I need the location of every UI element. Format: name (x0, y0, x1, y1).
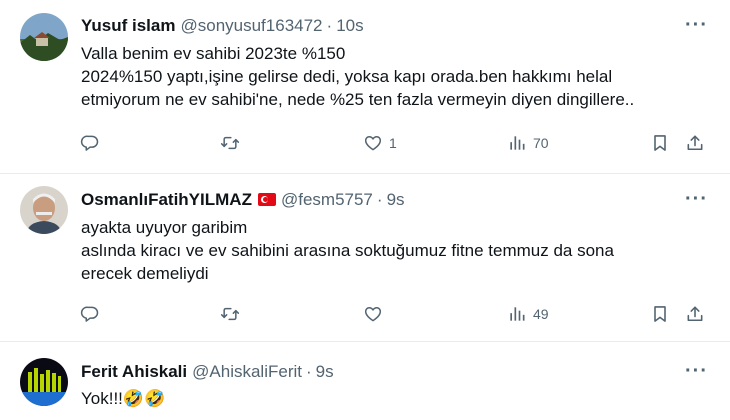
bookmark-icon (650, 133, 670, 153)
views-button[interactable]: 70 (507, 133, 549, 153)
avatar[interactable] (20, 13, 68, 61)
turkey-flag-icon (257, 193, 276, 206)
tweet[interactable]: Ferit Ahiskali @AhiskaliFerit · 9s ··· Y… (0, 342, 730, 420)
tweet-text-line: Yok!!!🤣🤣 (81, 389, 166, 408)
share-button[interactable] (685, 133, 705, 153)
separator: · (305, 362, 312, 381)
like-icon (363, 133, 383, 153)
more-options-icon[interactable]: ··· (685, 14, 708, 37)
tweet-header: Ferit Ahiskali @AhiskaliFerit · 9s (81, 362, 334, 382)
avatar-image (20, 13, 68, 61)
tweet[interactable]: OsmanlıFatihYILMAZ @fesm5757 · 9s ··· ay… (0, 174, 730, 342)
views-icon (507, 133, 527, 153)
tweet-text-line: ayakta uyuyor garibim (81, 218, 248, 237)
like-button[interactable]: 1 (363, 133, 397, 153)
avatar[interactable] (20, 358, 68, 406)
separator: · (376, 190, 383, 209)
bookmark-icon (650, 304, 670, 324)
timestamp[interactable]: 9s (316, 362, 334, 382)
user-handle[interactable]: @AhiskaliFerit (192, 362, 302, 382)
tweet-text-line: Valla benim ev sahibi 2023te %150 (81, 44, 346, 63)
retweet-icon (220, 133, 240, 153)
views-icon (507, 304, 527, 324)
view-count: 70 (533, 135, 549, 151)
timestamp[interactable]: 10s (336, 16, 363, 36)
display-name[interactable]: OsmanlıFatihYILMAZ (81, 190, 252, 210)
like-button[interactable] (363, 304, 389, 324)
avatar[interactable] (20, 186, 68, 234)
tweet-text: Yok!!!🤣🤣 (81, 387, 700, 410)
retweet-icon (220, 304, 240, 324)
tweet-text-line: aslında kiracı ve ev sahibini arasına so… (81, 241, 614, 260)
tweet-text: ayakta uyuyor garibim aslında kiracı ve … (81, 216, 700, 285)
share-icon (685, 304, 705, 324)
retweet-button[interactable] (220, 304, 240, 324)
tweet-header: OsmanlıFatihYILMAZ @fesm5757 · 9s (81, 190, 405, 210)
tweet-text: Valla benim ev sahibi 2023te %150 2024%1… (81, 42, 700, 111)
more-options-icon[interactable]: ··· (685, 360, 708, 383)
avatar-image (20, 186, 68, 234)
reply-icon (80, 133, 100, 153)
avatar-image (20, 358, 68, 406)
view-count: 49 (533, 306, 549, 322)
tweet-actions: 49 (0, 304, 730, 330)
bookmark-button[interactable] (650, 304, 670, 324)
like-icon (363, 304, 383, 324)
display-name[interactable]: Yusuf islam (81, 16, 175, 36)
share-button[interactable] (685, 304, 705, 324)
user-handle[interactable]: @fesm5757 (281, 190, 373, 210)
like-count: 1 (389, 135, 397, 151)
timestamp[interactable]: 9s (387, 190, 405, 210)
tweet[interactable]: Yusuf islam @sonyusuf163472 · 10s ··· Va… (0, 0, 730, 174)
tweet-feed: Yusuf islam @sonyusuf163472 · 10s ··· Va… (0, 0, 730, 420)
tweet-text-line: erecek demeliydi (81, 264, 209, 283)
retweet-button[interactable] (220, 133, 240, 153)
display-name[interactable]: Ferit Ahiskali (81, 362, 187, 382)
more-options-icon[interactable]: ··· (685, 188, 708, 211)
reply-button[interactable] (80, 133, 100, 153)
user-handle[interactable]: @sonyusuf163472 (180, 16, 322, 36)
tweet-actions: 1 70 (0, 133, 730, 159)
bookmark-button[interactable] (650, 133, 670, 153)
separator: · (326, 16, 333, 35)
reply-icon (80, 304, 100, 324)
reply-button[interactable] (80, 304, 100, 324)
share-icon (685, 133, 705, 153)
tweet-text-line: 2024%150 yaptı,işine gelirse dedi, yoksa… (81, 67, 613, 86)
tweet-text-line: etmiyorum ne ev sahibi'ne, nede %25 ten … (81, 90, 635, 109)
tweet-header: Yusuf islam @sonyusuf163472 · 10s (81, 16, 364, 36)
views-button[interactable]: 49 (507, 304, 549, 324)
